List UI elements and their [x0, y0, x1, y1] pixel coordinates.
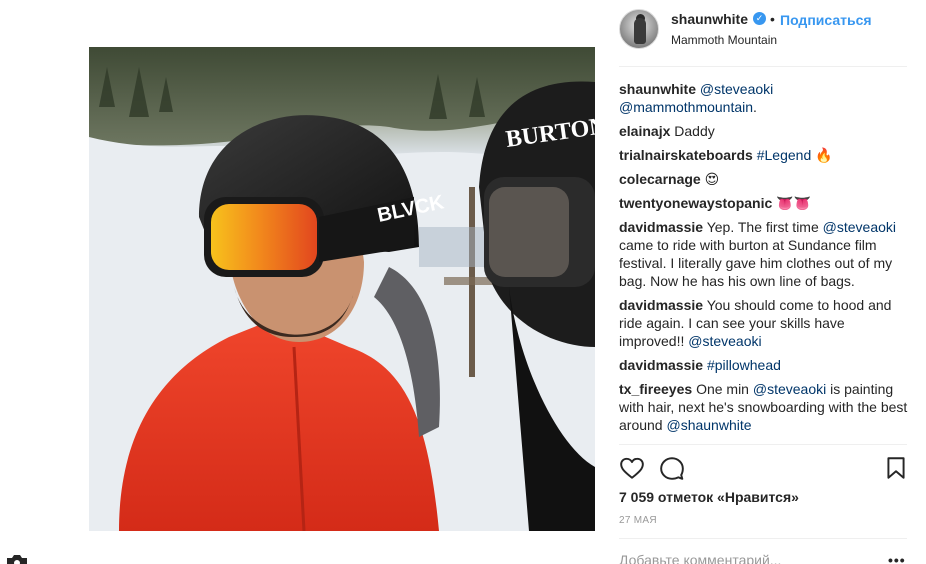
- comment-text: Daddy: [674, 123, 715, 139]
- comments-divider: [619, 444, 907, 445]
- post-photo[interactable]: BLVCK BURTON: [89, 47, 595, 531]
- comment-text: 🔥: [811, 147, 833, 163]
- comment-item: davidmassie #pillowhead: [619, 356, 909, 374]
- comment-item: tx_fireeyes One min @steveaoki is painti…: [619, 380, 909, 434]
- camera-icon[interactable]: [4, 554, 30, 564]
- comment-text: came to ride with burton at Sundance fil…: [619, 237, 893, 289]
- comment-username[interactable]: elainajx: [619, 123, 670, 139]
- comment-text: .: [753, 99, 757, 115]
- hashtag-link[interactable]: #pillowhead: [707, 357, 781, 373]
- comment-item: twentyonewaystopanic 👅👅: [619, 194, 909, 212]
- comment-username[interactable]: davidmassie: [619, 219, 703, 235]
- photo-illustration: BLVCK BURTON: [89, 47, 595, 531]
- mention-link[interactable]: @steveaoki: [753, 381, 826, 397]
- mention-link[interactable]: @shaunwhite: [666, 417, 751, 433]
- follow-button[interactable]: Подписаться: [780, 12, 872, 28]
- comment-item: shaunwhite @steveaoki @mammothmountain.: [619, 80, 909, 116]
- post-header: shaunwhite ✓ • Подписаться Mammoth Mount…: [619, 8, 907, 58]
- add-comment-divider: [619, 538, 907, 539]
- comment-username[interactable]: twentyonewaystopanic: [619, 195, 772, 211]
- comment-item: davidmassie You should come to hood and …: [619, 296, 909, 350]
- header-separator: •: [770, 11, 775, 27]
- verified-badge-icon: ✓: [753, 12, 766, 25]
- action-bar: [619, 455, 907, 483]
- comment-text: Yep. The first time: [706, 219, 823, 235]
- post-date[interactable]: 27 МАЯ: [619, 515, 657, 526]
- mention-link[interactable]: @mammothmountain: [619, 99, 753, 115]
- comment-username[interactable]: trialnairskateboards: [619, 147, 753, 163]
- mention-link[interactable]: @steveaoki: [700, 81, 773, 97]
- likes-count[interactable]: 7 059 отметок «Нравится»: [619, 489, 799, 505]
- bookmark-icon[interactable]: [883, 455, 909, 481]
- comment-username[interactable]: davidmassie: [619, 297, 703, 313]
- header-divider: [619, 66, 907, 67]
- mention-link[interactable]: @steveaoki: [688, 333, 761, 349]
- avatar[interactable]: [619, 9, 659, 49]
- comment-item: trialnairskateboards #Legend 🔥: [619, 146, 909, 164]
- comment-username[interactable]: colecarnage: [619, 171, 701, 187]
- hashtag-link[interactable]: #Legend: [757, 147, 812, 163]
- more-options-button[interactable]: •••: [888, 552, 906, 564]
- comment-item: colecarnage 😍: [619, 170, 909, 188]
- comment-username[interactable]: shaunwhite: [619, 81, 696, 97]
- comment-username[interactable]: tx_fireeyes: [619, 381, 692, 397]
- comments-list[interactable]: shaunwhite @steveaoki @mammothmountain. e…: [619, 80, 909, 444]
- heart-icon[interactable]: [619, 455, 645, 481]
- location-link[interactable]: Mammoth Mountain: [671, 33, 777, 47]
- speech-bubble-icon[interactable]: [659, 455, 685, 481]
- add-comment-input[interactable]: [619, 550, 879, 564]
- avatar-figure: [634, 18, 646, 44]
- comment-text: 👅👅: [776, 195, 812, 211]
- comment-username[interactable]: davidmassie: [619, 357, 703, 373]
- comment-text: 😍: [704, 171, 720, 187]
- header-username[interactable]: shaunwhite: [671, 11, 748, 27]
- comment-item: elainajx Daddy: [619, 122, 909, 140]
- comment-text: One min: [696, 381, 753, 397]
- mention-link[interactable]: @steveaoki: [823, 219, 896, 235]
- comment-item: davidmassie Yep. The first time @steveao…: [619, 218, 909, 290]
